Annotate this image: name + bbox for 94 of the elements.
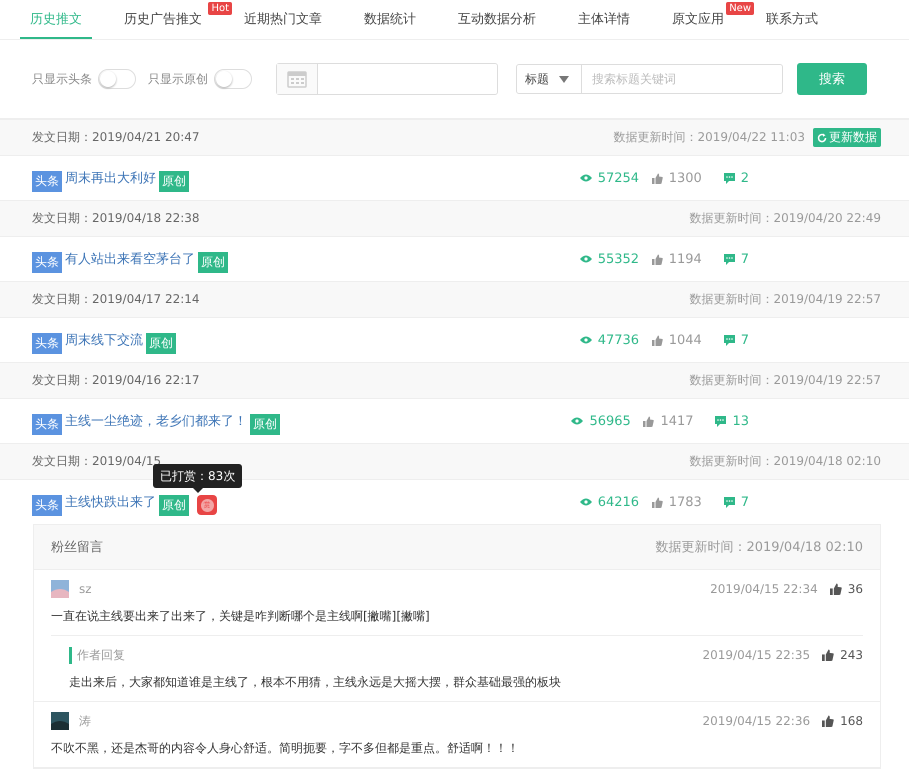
- tab-badge: New: [726, 2, 754, 15]
- thumbs-up-icon: [830, 583, 842, 595]
- comment-time: 2019/04/15 22:35: [702, 648, 810, 662]
- article-title[interactable]: 主线快跌出来了: [65, 493, 156, 511]
- original-tag: 原创: [250, 414, 280, 434]
- comment-icon: [715, 416, 726, 426]
- eye-icon: [580, 255, 592, 263]
- article-title[interactable]: 周末线下交流: [65, 331, 143, 349]
- like-count: 243: [840, 648, 863, 662]
- like-count: 1194: [668, 252, 702, 266]
- publish-date: 发文日期：2019/04/18 22:38: [32, 210, 200, 227]
- nav-tab[interactable]: 数据统计: [354, 0, 426, 39]
- like-count: 1044: [668, 332, 702, 348]
- comment-count: 7: [740, 332, 749, 348]
- update-time: 数据更新时间：2019/04/22 11:03: [613, 129, 805, 146]
- eye-icon: [571, 417, 584, 425]
- like-count: 168: [840, 714, 863, 728]
- headline-tag: 头条: [32, 414, 62, 434]
- comment-icon: [724, 254, 735, 264]
- headline-tag: 头条: [32, 252, 62, 272]
- panel-title: 粉丝留言: [51, 539, 103, 556]
- original-tag: 原创: [146, 332, 176, 354]
- date-field[interactable]: [276, 63, 498, 95]
- thumbs-up-icon: [652, 254, 663, 264]
- article-title[interactable]: 周末再出大利好: [65, 169, 156, 187]
- headline-tag: 头条: [32, 170, 62, 192]
- like-count: 1783: [668, 494, 702, 510]
- search-button[interactable]: 搜索: [797, 63, 867, 95]
- headline-tag: 头条: [32, 332, 62, 354]
- eye-icon: [580, 336, 592, 344]
- nav-tab[interactable]: 联系方式: [756, 0, 828, 39]
- refresh-button[interactable]: 更新数据: [813, 128, 881, 147]
- comment-count: 13: [732, 414, 749, 428]
- nav-tab[interactable]: 互动数据分析: [448, 0, 546, 39]
- search-field[interactable]: 搜索标题关键词: [582, 64, 783, 94]
- comment-count: 7: [740, 252, 749, 266]
- update-time: 数据更新时间：2019/04/19 22:57: [689, 291, 881, 308]
- view-count: 57254: [598, 170, 640, 186]
- tab-badge: Hot: [208, 2, 232, 15]
- view-count: 56965: [589, 414, 631, 428]
- like-count: 1417: [660, 414, 694, 428]
- view-count: 47736: [598, 332, 640, 348]
- thumbs-up-icon: [652, 334, 663, 346]
- publish-date: 发文日期：2019/04/21 20:47: [32, 129, 200, 146]
- comment-count: 2: [740, 170, 749, 186]
- article-title[interactable]: 主线一尘绝迹，老乡们都来了！: [65, 412, 247, 430]
- thumbs-up-icon: [643, 416, 654, 426]
- author-reply-label: 作者回复: [69, 646, 125, 664]
- nav-tab[interactable]: 历史推文: [20, 0, 92, 39]
- nav-tab[interactable]: 主体详情: [568, 0, 640, 39]
- comment-icon: [724, 334, 735, 346]
- publish-date: 发文日期：2019/04/17 22:14: [32, 291, 200, 308]
- toggle-label: 只显示原创: [148, 70, 208, 88]
- comment-icon: [724, 496, 735, 508]
- refresh-icon: [817, 132, 827, 142]
- tooltip-pointer: [192, 488, 203, 493]
- view-count: 64216: [598, 494, 640, 510]
- reply-text: 走出来后，大家都知道谁是主线了，根本不用猜，主线永远是大摇大摆，群众基础最强的板块: [69, 674, 562, 691]
- comment-text: 一直在说主线要出来了出来了，关键是咋判断哪个是主线啊[撇嘴][撇嘴]: [51, 608, 431, 625]
- comment-icon: [724, 172, 735, 184]
- toggle-switch[interactable]: [214, 69, 252, 89]
- original-tag: 原创: [159, 170, 189, 192]
- publish-date: 发文日期：2019/04/16 22:17: [32, 372, 200, 389]
- headline-tag: 头条: [32, 494, 62, 516]
- commenter-name: 涛: [79, 712, 91, 730]
- toggle-label: 只显示头条: [32, 70, 92, 88]
- original-tag: 原创: [198, 252, 228, 272]
- original-tag: 原创: [159, 494, 189, 516]
- avatar: [51, 712, 69, 730]
- thumbs-up-icon: [822, 715, 834, 727]
- thumbs-up-icon: [652, 496, 663, 508]
- view-count: 55352: [598, 252, 640, 266]
- thumbs-up-icon: [652, 172, 663, 184]
- comment-time: 2019/04/15 22:34: [710, 582, 818, 596]
- reward-tooltip: 已打赏：83次: [153, 464, 242, 488]
- commenter-name: sz: [79, 582, 92, 596]
- comment-time: 2019/04/15 22:36: [702, 714, 810, 728]
- toggle-switch[interactable]: [98, 69, 136, 89]
- caret-icon: [559, 76, 569, 82]
- like-count: 36: [848, 582, 863, 596]
- update-time: 数据更新时间：2019/04/20 22:49: [689, 210, 881, 227]
- update-time: 数据更新时间：2019/04/18 02:10: [655, 539, 863, 556]
- update-time: 数据更新时间：2019/04/19 22:57: [689, 372, 881, 389]
- comment-text: 不吹不黑，还是杰哥的内容令人身心舒适。简明扼要，字不多但都是重点。舒适啊！！！: [51, 740, 520, 757]
- update-time: 数据更新时间：2019/04/18 02:10: [689, 453, 881, 470]
- nav-tab[interactable]: 近期热门文章: [234, 0, 332, 39]
- eye-icon: [580, 174, 592, 182]
- article-title[interactable]: 有人站出来看空茅台了: [65, 250, 195, 268]
- like-count: 1300: [668, 170, 702, 186]
- eye-icon: [580, 498, 592, 506]
- thumbs-up-icon: [822, 649, 834, 661]
- comment-count: 7: [740, 494, 749, 510]
- avatar: [51, 580, 69, 598]
- calendar-icon: [287, 70, 307, 88]
